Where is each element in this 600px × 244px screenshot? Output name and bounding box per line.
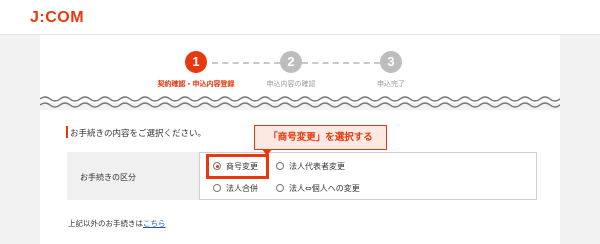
section-title: お手続きの内容をご選択ください。 <box>70 129 207 139</box>
step-1-circle: 1 <box>185 51 207 73</box>
step-2-circle: 2 <box>280 51 302 73</box>
step-3-circle: 3 <box>380 51 402 73</box>
other-procedures-text: 上記以外のお手続きは <box>68 219 143 228</box>
other-procedures-link[interactable]: こちら <box>143 219 166 228</box>
row-label: お手続きの区分 <box>80 173 136 182</box>
radio-label-corporate-individual-change[interactable]: 法人⇔個人への変更 <box>289 183 360 194</box>
radio-label-merger[interactable]: 法人合併 <box>226 183 258 194</box>
other-procedures-note: 上記以外のお手続きはこちら <box>68 218 166 229</box>
step-connector-1-2 <box>212 62 280 64</box>
section-title-marker <box>66 126 68 138</box>
zigzag-divider <box>40 96 560 108</box>
step-1-label: 契約確認・申込内容登録 <box>157 80 235 88</box>
jcom-logo[interactable]: J:COM <box>30 9 84 27</box>
step-2-label: 申込内容の確認 <box>266 80 316 88</box>
selection-highlight <box>206 154 269 179</box>
header: J:COM <box>0 0 600 35</box>
radio-option-representative-change[interactable] <box>276 162 284 170</box>
radio-label-representative-change[interactable]: 法人代表者変更 <box>289 161 345 172</box>
instruction-callout: 「商号変更」を選択する <box>254 125 387 150</box>
callout-pointer <box>262 149 272 156</box>
radio-option-merger[interactable] <box>213 184 221 192</box>
radio-option-corporate-individual-change[interactable] <box>276 184 284 192</box>
step-3-label: 申込完了 <box>377 80 405 88</box>
step-connector-2-3 <box>302 62 380 64</box>
step-indicator <box>40 35 560 103</box>
